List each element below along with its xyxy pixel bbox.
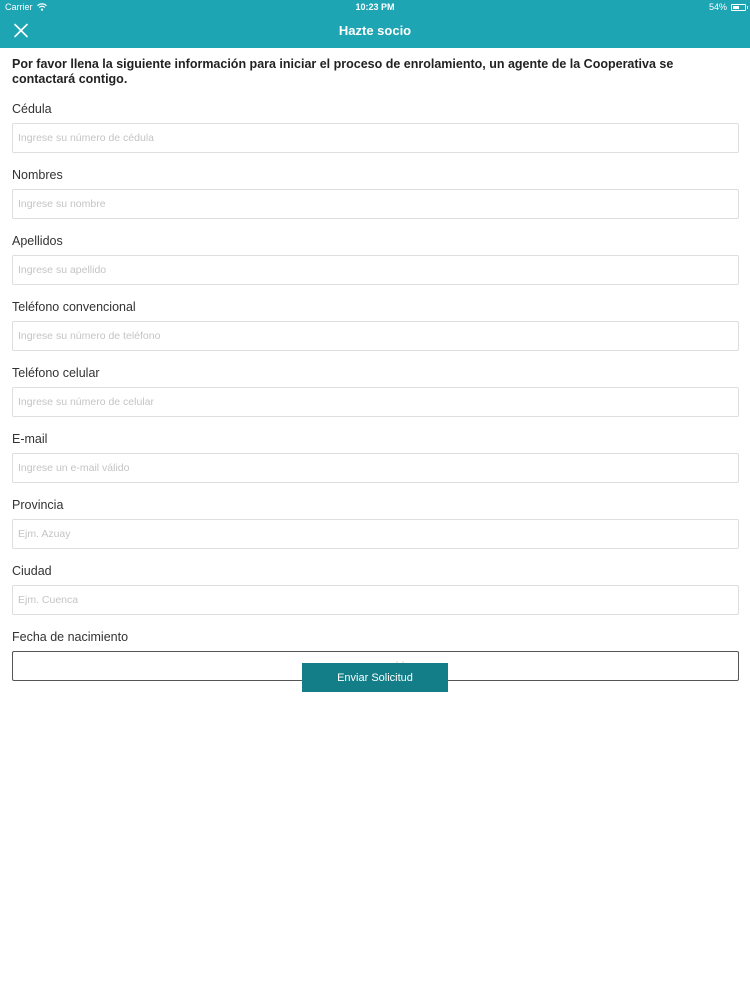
submit-button[interactable]: Enviar Solicitud xyxy=(302,663,448,692)
battery-fill xyxy=(733,5,739,9)
telefono-convencional-field: Teléfono convencional xyxy=(12,299,739,351)
status-bar: Carrier 10:23 PM 54% xyxy=(0,0,750,14)
enrollment-form: Por favor llena la siguiente información… xyxy=(12,57,739,681)
ciudad-label: Ciudad xyxy=(12,564,52,578)
apellidos-input[interactable] xyxy=(12,255,739,285)
apellidos-label: Apellidos xyxy=(12,234,63,248)
ciudad-input[interactable] xyxy=(12,585,739,615)
provincia-label: Provincia xyxy=(12,498,64,512)
apellidos-field: Apellidos xyxy=(12,233,739,285)
submit-area: Enviar Solicitud xyxy=(302,663,448,692)
status-right: 54% xyxy=(708,2,748,12)
nombres-field: Nombres xyxy=(12,167,739,219)
intro-text: Por favor llena la siguiente información… xyxy=(12,57,674,86)
telefono-convencional-input[interactable] xyxy=(12,321,739,351)
telefono-celular-input[interactable] xyxy=(12,387,739,417)
telefono-celular-label: Teléfono celular xyxy=(12,366,100,380)
battery-percent: 54% xyxy=(708,2,727,12)
cedula-label: Cédula xyxy=(12,102,52,116)
cedula-field: Cédula xyxy=(12,101,739,153)
nombres-label: Nombres xyxy=(12,168,63,182)
provincia-input[interactable] xyxy=(12,519,739,549)
ciudad-field: Ciudad xyxy=(12,563,739,615)
fecha-nacimiento-label: Fecha de nacimiento xyxy=(12,630,129,644)
nombres-input[interactable] xyxy=(12,189,739,219)
cedula-input[interactable] xyxy=(12,123,739,153)
telefono-convencional-label: Teléfono convencional xyxy=(12,300,136,314)
telefono-celular-field: Teléfono celular xyxy=(12,365,739,417)
email-input[interactable] xyxy=(12,453,739,483)
page-title: Hazte socio xyxy=(338,23,412,38)
provincia-field: Provincia xyxy=(12,497,739,549)
status-time: 10:23 PM xyxy=(355,2,395,12)
battery-icon xyxy=(731,3,748,11)
email-field: E-mail xyxy=(12,431,739,483)
email-label: E-mail xyxy=(12,432,48,446)
nav-bar: Hazte socio xyxy=(0,14,750,48)
